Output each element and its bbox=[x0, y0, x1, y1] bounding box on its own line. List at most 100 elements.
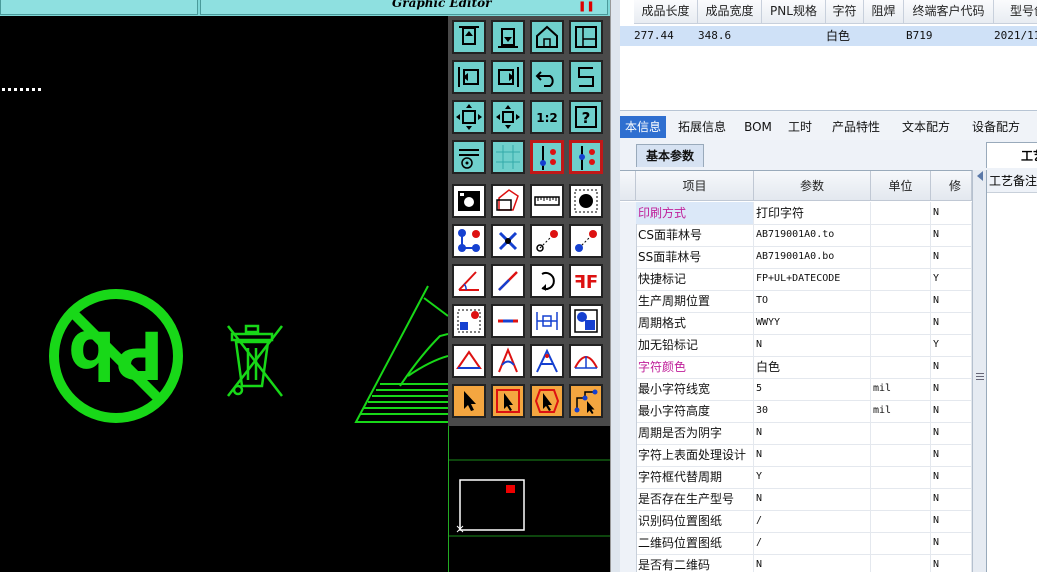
row-header[interactable] bbox=[620, 466, 637, 488]
row-header[interactable] bbox=[620, 356, 637, 378]
tab-bom[interactable]: BOM bbox=[738, 116, 778, 138]
align-bottom-icon[interactable] bbox=[491, 20, 525, 54]
table-row[interactable]: 识别码位置图纸 / N bbox=[620, 510, 972, 533]
tab-basic-info[interactable]: 本信息 bbox=[620, 116, 666, 138]
cell-value[interactable]: N bbox=[754, 422, 871, 444]
snap-alt-icon[interactable] bbox=[569, 140, 603, 174]
cell-value[interactable]: N bbox=[754, 334, 871, 356]
cell-value[interactable]: AB719001A0.to bbox=[754, 224, 871, 246]
cell-value[interactable]: N bbox=[754, 488, 871, 510]
align-left-icon[interactable] bbox=[452, 60, 486, 94]
table-row[interactable]: 最小字符高度 30 mil N bbox=[620, 400, 972, 423]
cell-value[interactable]: AB719001A0.bo bbox=[754, 246, 871, 268]
table-row[interactable]: 是否存在生产型号 N N bbox=[620, 488, 972, 511]
ruler-icon[interactable] bbox=[530, 184, 564, 218]
cell-value[interactable]: 5 bbox=[754, 378, 871, 400]
cell-value[interactable]: TO bbox=[754, 290, 871, 312]
undo-icon[interactable] bbox=[530, 60, 564, 94]
grid-header-unit[interactable]: 单位 bbox=[871, 171, 931, 201]
polygon-icon[interactable] bbox=[491, 184, 525, 218]
row-header[interactable] bbox=[620, 554, 637, 572]
table-header[interactable]: 成品宽度 bbox=[698, 0, 762, 24]
row-header[interactable] bbox=[620, 290, 637, 312]
row-header[interactable] bbox=[620, 378, 637, 400]
subtab-basic-params[interactable]: 基本参数 bbox=[636, 144, 704, 167]
redo-icon[interactable] bbox=[569, 60, 603, 94]
subtab-process[interactable]: 工艺 bbox=[986, 142, 1037, 168]
grid-header-value[interactable]: 参数 bbox=[754, 171, 871, 201]
pointer-hex-icon[interactable] bbox=[530, 384, 564, 418]
row-header[interactable] bbox=[620, 224, 637, 246]
cell-value[interactable]: 白色 bbox=[754, 356, 871, 378]
camera-icon[interactable] bbox=[452, 184, 486, 218]
home-icon[interactable] bbox=[530, 20, 564, 54]
fit-screen-icon[interactable] bbox=[452, 100, 486, 134]
row-header[interactable] bbox=[620, 488, 637, 510]
row-header[interactable] bbox=[620, 422, 637, 444]
table-row[interactable]: 277.44 348.6 白色 B719 2021/11/ bbox=[620, 26, 1037, 46]
pointer-box-icon[interactable] bbox=[491, 384, 525, 418]
tab-equipment-recipe[interactable]: 设备配方 bbox=[966, 116, 1026, 138]
drawing-canvas[interactable]: Pb bbox=[0, 16, 449, 572]
row-header[interactable] bbox=[620, 246, 637, 268]
table-row[interactable]: 字符框代替周期 Y N bbox=[620, 466, 972, 489]
row-header[interactable] bbox=[620, 444, 637, 466]
table-row[interactable]: 字符上表面处理设计 N N bbox=[620, 444, 972, 467]
cell-value[interactable]: WWYY bbox=[754, 312, 871, 334]
row-header[interactable] bbox=[620, 268, 637, 290]
cell-value[interactable]: 打印字符 bbox=[754, 202, 871, 224]
table-row[interactable]: 周期是否为阴字 N N bbox=[620, 422, 972, 445]
cell-value[interactable]: FP+UL+DATECODE bbox=[754, 268, 871, 290]
row-header[interactable] bbox=[620, 312, 637, 334]
row-header[interactable] bbox=[620, 202, 637, 224]
tab-extended-info[interactable]: 拓展信息 bbox=[672, 116, 732, 138]
fill-circle-icon[interactable] bbox=[569, 184, 603, 218]
table-row[interactable]: 加无铅标记 N Y bbox=[620, 334, 972, 357]
shapes-icon[interactable] bbox=[569, 304, 603, 338]
table-row[interactable]: 生产周期位置 TO N bbox=[620, 290, 972, 313]
align-top-icon[interactable] bbox=[452, 20, 486, 54]
arc-triangle-icon[interactable] bbox=[452, 344, 486, 378]
dimension-icon[interactable] bbox=[530, 304, 564, 338]
table-header[interactable]: 型号创 bbox=[994, 0, 1037, 24]
rotate-icon[interactable] bbox=[530, 264, 564, 298]
corner-icon[interactable] bbox=[452, 304, 486, 338]
row-header[interactable] bbox=[620, 510, 637, 532]
tab-text-recipe[interactable]: 文本配方 bbox=[896, 116, 956, 138]
cell-value[interactable]: / bbox=[754, 532, 871, 554]
line-point-alt-icon[interactable] bbox=[569, 224, 603, 258]
settings-icon[interactable] bbox=[452, 140, 486, 174]
table-row[interactable]: 周期格式 WWYY N bbox=[620, 312, 972, 335]
center-view-icon[interactable] bbox=[491, 100, 525, 134]
cell-value[interactable]: 30 bbox=[754, 400, 871, 422]
grid-icon[interactable] bbox=[491, 140, 525, 174]
remark-header[interactable]: 工艺备注 bbox=[987, 170, 1037, 193]
pointer-icon[interactable] bbox=[452, 384, 486, 418]
arc-c-icon[interactable] bbox=[569, 344, 603, 378]
tab-work-hours[interactable]: 工时 bbox=[780, 116, 820, 138]
minus-icon[interactable] bbox=[491, 304, 525, 338]
cell-value[interactable]: / bbox=[754, 510, 871, 532]
align-right-icon[interactable] bbox=[491, 60, 525, 94]
line-point-icon[interactable] bbox=[530, 224, 564, 258]
table-header[interactable]: 终端客户代码 bbox=[904, 0, 994, 24]
table-row[interactable]: 印刷方式 打印字符 N bbox=[620, 202, 972, 225]
arc-b-icon[interactable] bbox=[530, 344, 564, 378]
row-header[interactable] bbox=[620, 532, 637, 554]
mirror-text-icon[interactable]: FF bbox=[569, 264, 603, 298]
nodes-icon[interactable] bbox=[452, 224, 486, 258]
help-icon[interactable]: ? bbox=[569, 100, 603, 134]
snap-icon[interactable] bbox=[530, 140, 564, 174]
arc-a-icon[interactable] bbox=[491, 344, 525, 378]
table-row[interactable]: 是否有二维码 N N bbox=[620, 554, 972, 572]
pointer-node-icon[interactable] bbox=[569, 384, 603, 418]
table-header[interactable]: 字符 bbox=[826, 0, 864, 24]
cell-value[interactable]: N bbox=[754, 554, 871, 572]
row-header[interactable] bbox=[620, 334, 637, 356]
table-row[interactable]: 快捷标记 FP+UL+DATECODE Y bbox=[620, 268, 972, 291]
cell-value[interactable]: N bbox=[754, 444, 871, 466]
table-header[interactable]: 成品长度 bbox=[634, 0, 698, 24]
table-row[interactable]: SS面菲林号 AB719001A0.bo N bbox=[620, 246, 972, 269]
table-header[interactable]: PNL规格 bbox=[762, 0, 826, 24]
row-header[interactable] bbox=[620, 400, 637, 422]
